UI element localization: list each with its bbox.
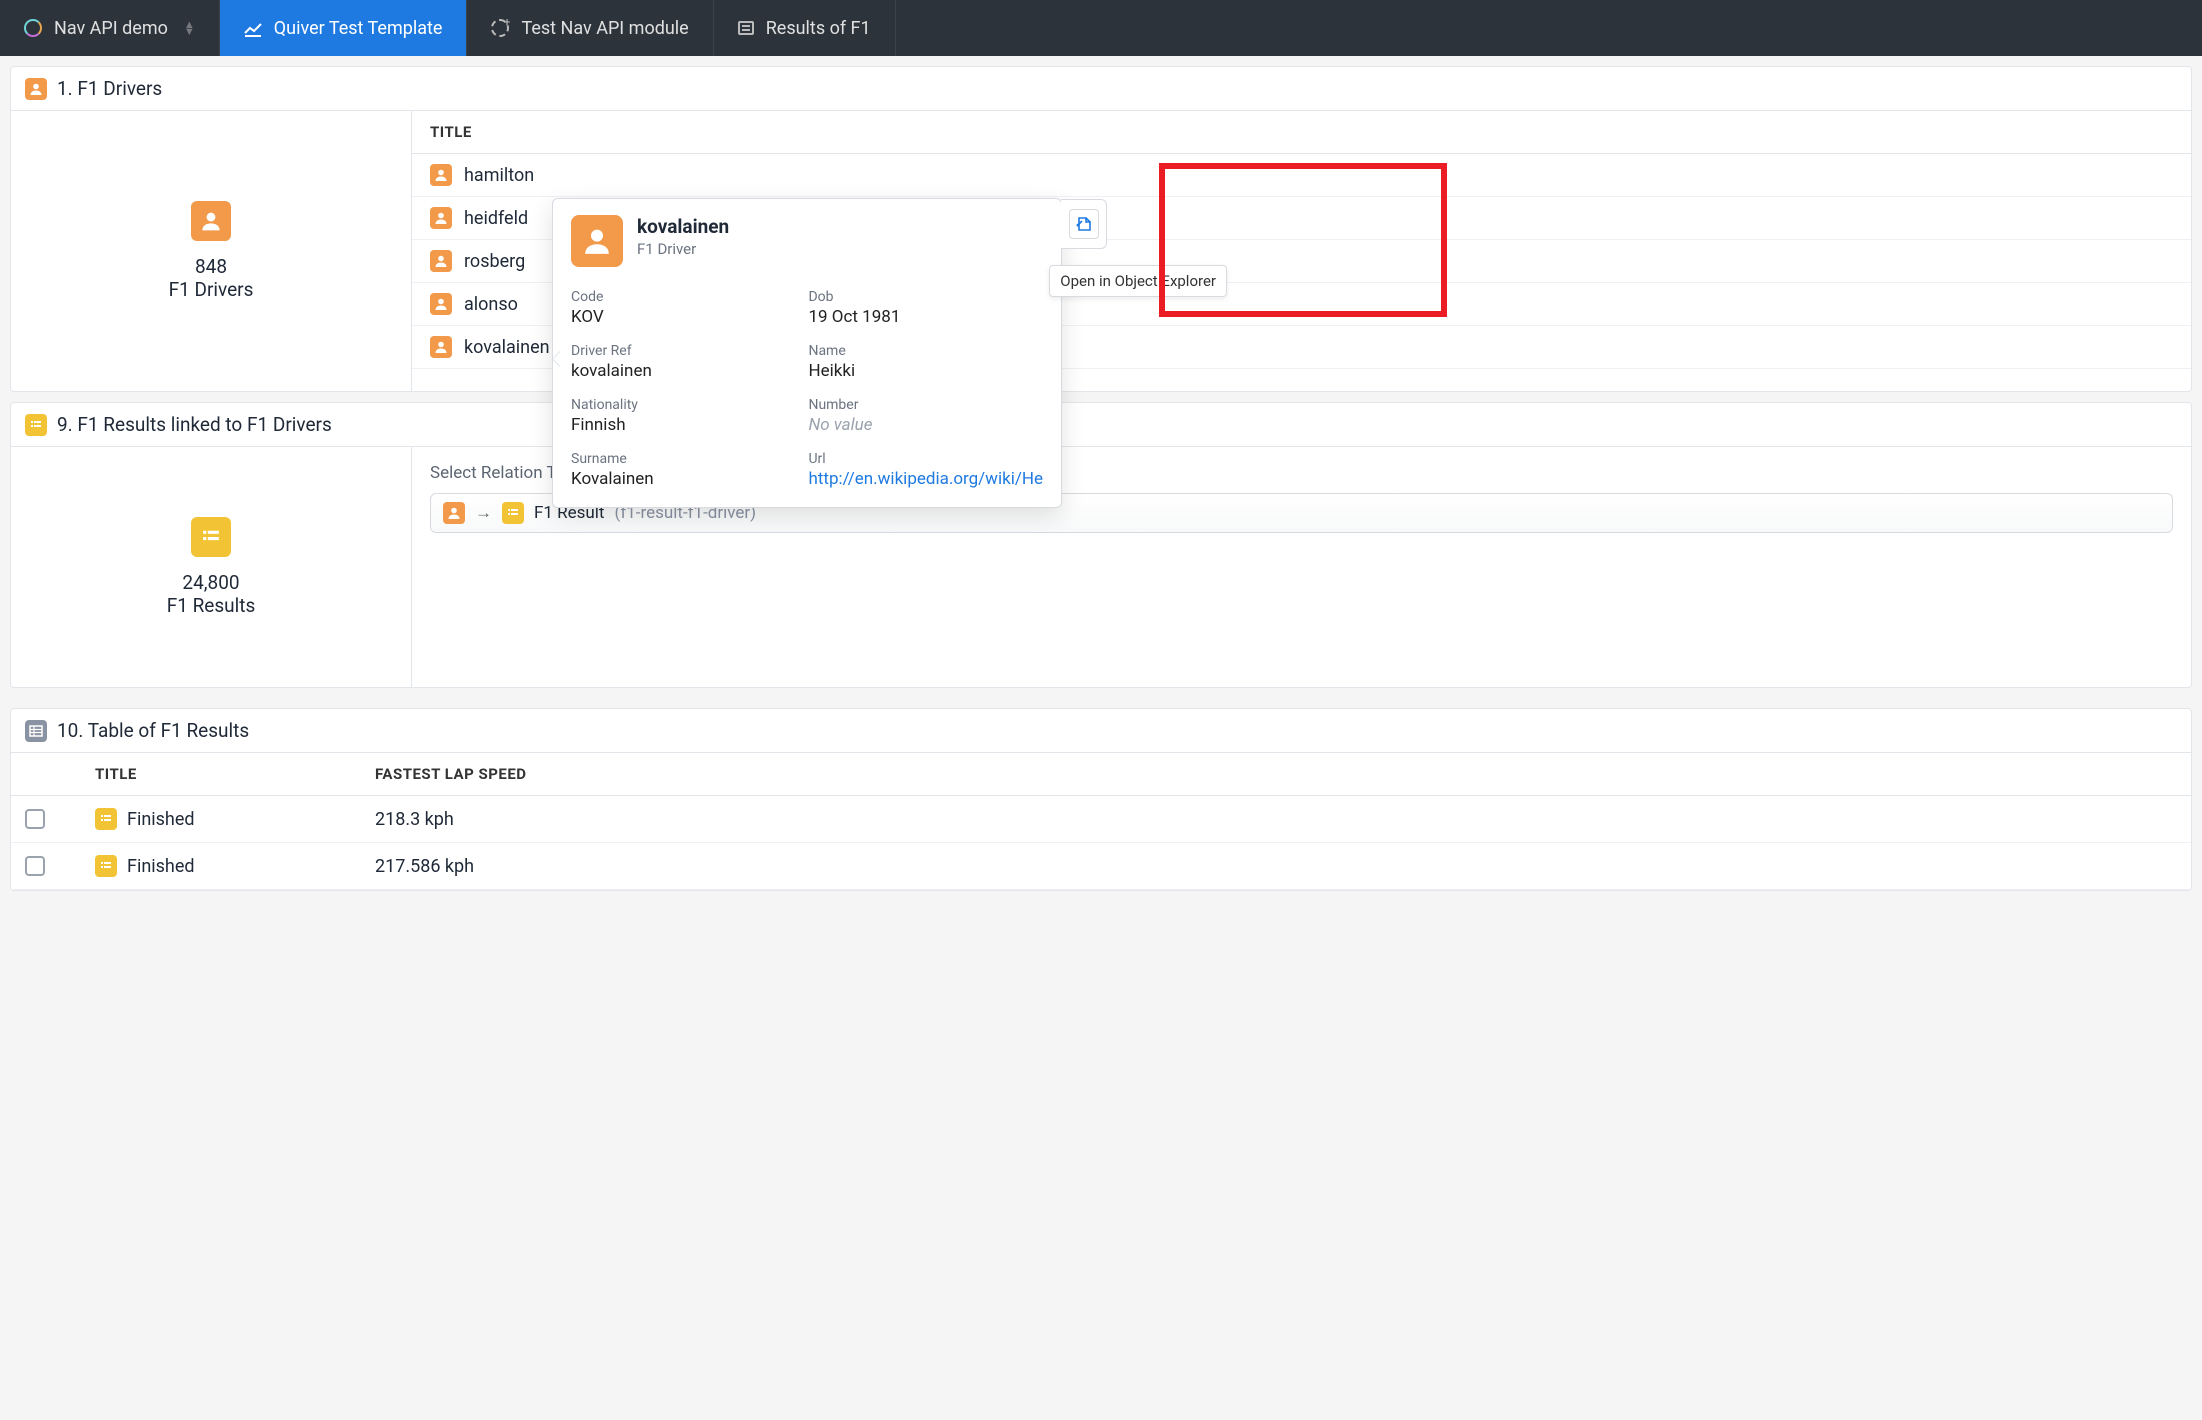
tab-label: Quiver Test Template xyxy=(274,18,443,39)
list-icon xyxy=(25,414,47,436)
list-icon xyxy=(502,502,524,524)
panel-header: 9. F1 Results linked to F1 Drivers xyxy=(11,403,2191,447)
summary-side-panel: 24,800 F1 Results xyxy=(11,447,411,687)
panel-body: 24,800 F1 Results Select Relation Ty → F… xyxy=(11,447,2191,687)
column-header-title[interactable]: TITLE xyxy=(412,111,2191,154)
column-header-checkbox xyxy=(11,753,81,796)
field-value: KOV xyxy=(571,307,788,327)
chart-icon xyxy=(244,21,262,35)
driver-name: heidfeld xyxy=(464,208,528,229)
driver-details-popover: Open in Object Explorer kovalainen F1 Dr… xyxy=(552,198,1062,508)
field-label: Surname xyxy=(571,451,788,467)
table-cell-checkbox xyxy=(11,796,81,843)
table-cell-title[interactable]: Finished xyxy=(81,796,361,843)
tab-results-of-f1[interactable]: Results of F1 xyxy=(714,0,896,56)
field-value-link[interactable]: http://en.wikipedia.org/wiki/He xyxy=(808,469,1043,489)
open-tooltip: Open in Object Explorer xyxy=(1049,265,1227,297)
table-cell-checkbox xyxy=(11,843,81,890)
field-label: Name xyxy=(808,343,1043,359)
table-icon xyxy=(25,720,47,742)
field-value: kovalainen xyxy=(571,361,788,381)
list-icon xyxy=(191,517,231,557)
column-header-title[interactable]: TITLE xyxy=(81,753,361,796)
panel-title: 1. F1 Drivers xyxy=(57,77,162,100)
tab-nav-api-demo[interactable]: Nav API demo ▲▼ xyxy=(0,0,220,56)
table-cell-title[interactable]: Finished xyxy=(81,843,361,890)
driver-name: alonso xyxy=(464,294,518,315)
person-icon xyxy=(430,207,452,229)
tab-label: Results of F1 xyxy=(766,18,871,39)
list-icon xyxy=(95,855,117,877)
field-value: Kovalainen xyxy=(571,469,788,489)
field-label: Driver Ref xyxy=(571,343,788,359)
tab-quiver-test-template[interactable]: Quiver Test Template xyxy=(220,0,468,56)
table-cell-speed: 217.586 kph xyxy=(361,843,2191,890)
popover-fields: Code KOV Dob 19 Oct 1981 Driver Ref kova… xyxy=(553,275,1061,507)
summary-count: 24,800 F1 Results xyxy=(167,571,256,617)
popover-subtitle: F1 Driver xyxy=(637,240,729,258)
driver-row[interactable]: hamilton xyxy=(412,154,2191,197)
driver-row[interactable]: heidfeld Open in Object Explorer xyxy=(412,197,2191,240)
module-icon xyxy=(491,19,509,37)
result-title: Finished xyxy=(127,856,195,877)
person-icon xyxy=(430,336,452,358)
row-checkbox[interactable] xyxy=(25,809,45,829)
field-value: No value xyxy=(808,415,1043,435)
summary-side-panel: 848 F1 Drivers xyxy=(11,111,411,391)
column-header-speed[interactable]: FASTEST LAP SPEED xyxy=(361,753,2191,796)
count-label: F1 Results xyxy=(167,594,256,617)
logo-icon xyxy=(24,19,42,37)
person-icon xyxy=(191,201,231,241)
arrow-icon: → xyxy=(475,503,492,523)
popover-header: kovalainen F1 Driver xyxy=(553,199,1061,275)
field-label: Number xyxy=(808,397,1043,413)
popover-title: kovalainen xyxy=(637,215,729,238)
driver-name: rosberg xyxy=(464,251,525,272)
summary-count: 848 F1 Drivers xyxy=(169,255,254,301)
document-icon xyxy=(738,21,754,35)
result-title: Finished xyxy=(127,809,195,830)
list-panel: TITLE hamilton heidfeld xyxy=(411,111,2191,391)
panel-title: 10. Table of F1 Results xyxy=(57,719,249,742)
panel-header: 10. Table of F1 Results xyxy=(11,709,2191,753)
count-value: 24,800 xyxy=(167,571,256,594)
results-table: TITLE FASTEST LAP SPEED Finished 218.3 k… xyxy=(11,753,2191,890)
driver-name: kovalainen xyxy=(464,337,550,358)
driver-name: hamilton xyxy=(464,165,534,186)
person-icon xyxy=(571,215,623,267)
tab-label: Nav API demo xyxy=(54,18,168,39)
top-tab-bar: Nav API demo ▲▼ Quiver Test Template Tes… xyxy=(0,0,2202,56)
panel-body: 848 F1 Drivers TITLE hamilton heidfeld xyxy=(11,111,2191,391)
count-label: F1 Drivers xyxy=(169,278,254,301)
content-area: 1. F1 Drivers 848 F1 Drivers TITLE hamil… xyxy=(0,66,2202,1420)
person-icon xyxy=(430,293,452,315)
field-value: Heikki xyxy=(808,361,1043,381)
tab-label: Test Nav API module xyxy=(521,18,688,39)
field-label: Dob xyxy=(808,289,1043,305)
person-icon xyxy=(443,502,465,524)
panel-f1-drivers: 1. F1 Drivers 848 F1 Drivers TITLE hamil… xyxy=(10,66,2192,392)
person-icon xyxy=(430,250,452,272)
field-label: Url xyxy=(808,451,1043,467)
table-cell-speed: 218.3 kph xyxy=(361,796,2191,843)
open-object-explorer-button[interactable] xyxy=(1069,209,1099,239)
count-value: 848 xyxy=(169,255,254,278)
tab-test-nav-api-module[interactable]: Test Nav API module xyxy=(467,0,713,56)
panel-title: 9. F1 Results linked to F1 Drivers xyxy=(57,413,332,436)
field-label: Nationality xyxy=(571,397,788,413)
panel-table-f1-results: 10. Table of F1 Results TITLE FASTEST LA… xyxy=(10,708,2192,891)
field-value: Finnish xyxy=(571,415,788,435)
row-checkbox[interactable] xyxy=(25,856,45,876)
person-icon xyxy=(430,164,452,186)
field-value: 19 Oct 1981 xyxy=(808,307,1043,327)
open-button-container xyxy=(1061,199,1107,249)
person-icon xyxy=(25,78,47,100)
panel-f1-results-linked: 9. F1 Results linked to F1 Drivers 24,80… xyxy=(10,402,2192,688)
panel-header: 1. F1 Drivers xyxy=(11,67,2191,111)
sort-icon: ▲▼ xyxy=(184,21,195,35)
field-label: Code xyxy=(571,289,788,305)
list-icon xyxy=(95,808,117,830)
